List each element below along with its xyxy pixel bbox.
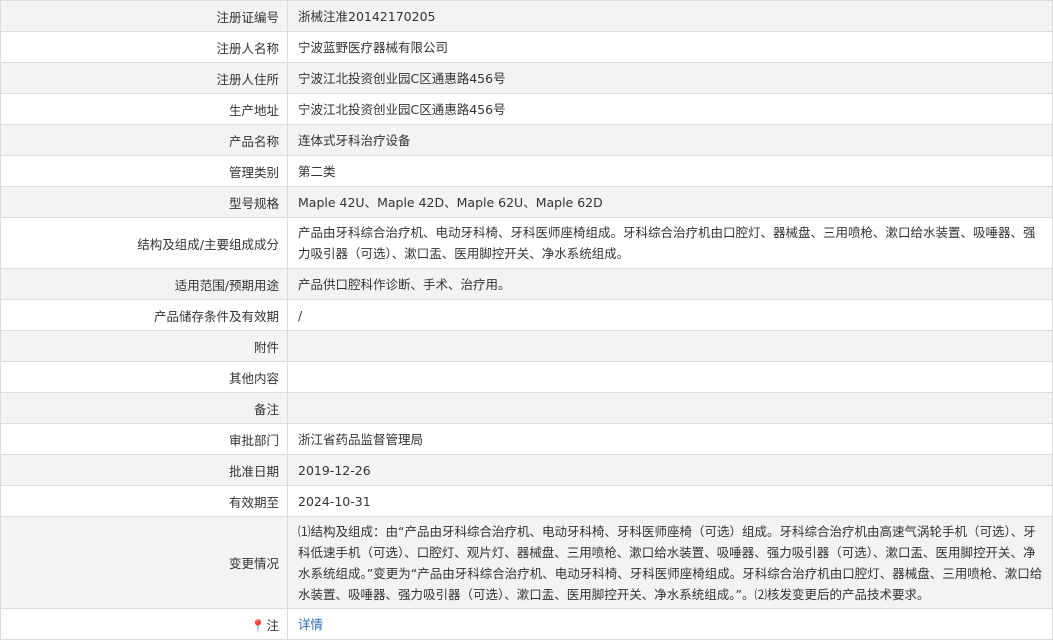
row-label: 型号规格 <box>0 186 288 218</box>
table-row: 附件 <box>0 330 1053 362</box>
row-label: 注册人住所 <box>0 62 288 94</box>
row-value: 浙江省药品监督管理局 <box>287 423 1053 455</box>
row-label: 适用范围/预期用途 <box>0 268 288 300</box>
row-value: / <box>287 299 1053 331</box>
table-row: 有效期至 2024-10-31 <box>0 485 1053 517</box>
row-label: 管理类别 <box>0 155 288 187</box>
row-value: 宁波蓝野医疗器械有限公司 <box>287 31 1053 63</box>
row-value: 浙械注准20142170205 <box>287 0 1053 32</box>
pin-icon: 📍 <box>250 618 266 633</box>
row-value: 产品供口腔科作诊断、手术、治疗用。 <box>287 268 1053 300</box>
row-value: 连体式牙科治疗设备 <box>287 124 1053 156</box>
table-row: 其他内容 <box>0 361 1053 393</box>
row-value <box>287 392 1053 424</box>
row-value: 宁波江北投资创业园C区通惠路456号 <box>287 93 1053 125</box>
note-row: 📍注 详情 <box>0 608 1053 640</box>
table-row: 变更情况 ⑴结构及组成：由“产品由牙科综合治疗机、电动牙科椅、牙科医师座椅（可选… <box>0 516 1053 609</box>
registration-detail-table: 注册证编号 浙械注准20142170205 注册人名称 宁波蓝野医疗器械有限公司… <box>0 0 1053 640</box>
table-body: 注册证编号 浙械注准20142170205 注册人名称 宁波蓝野医疗器械有限公司… <box>0 0 1053 640</box>
table-row: 产品名称 连体式牙科治疗设备 <box>0 124 1053 156</box>
row-label: 其他内容 <box>0 361 288 393</box>
row-label: 产品储存条件及有效期 <box>0 299 288 331</box>
row-value <box>287 361 1053 393</box>
row-value: 2019-12-26 <box>287 454 1053 486</box>
row-label: 注册证编号 <box>0 0 288 32</box>
table-row: 生产地址 宁波江北投资创业园C区通惠路456号 <box>0 93 1053 125</box>
table-row: 结构及组成/主要组成成分 产品由牙科综合治疗机、电动牙科椅、牙科医师座椅组成。牙… <box>0 217 1053 269</box>
row-label: 变更情况 <box>0 516 288 609</box>
table-row: 注册证编号 浙械注准20142170205 <box>0 0 1053 32</box>
table-row: 批准日期 2019-12-26 <box>0 454 1053 486</box>
row-label: 注册人名称 <box>0 31 288 63</box>
row-value: 2024-10-31 <box>287 485 1053 517</box>
table-row: 注册人名称 宁波蓝野医疗器械有限公司 <box>0 31 1053 63</box>
row-label: 审批部门 <box>0 423 288 455</box>
detail-link[interactable]: 详情 <box>298 617 323 632</box>
row-value: 产品由牙科综合治疗机、电动牙科椅、牙科医师座椅组成。牙科综合治疗机由口腔灯、器械… <box>287 217 1053 269</box>
row-value: Maple 42U、Maple 42D、Maple 62U、Maple 62D <box>287 186 1053 218</box>
row-label: 附件 <box>0 330 288 362</box>
table-row: 管理类别 第二类 <box>0 155 1053 187</box>
row-label: 有效期至 <box>0 485 288 517</box>
note-label: 注 <box>266 617 279 633</box>
table-row: 型号规格 Maple 42U、Maple 42D、Maple 62U、Maple… <box>0 186 1053 218</box>
row-label: 生产地址 <box>0 93 288 125</box>
table-row: 适用范围/预期用途 产品供口腔科作诊断、手术、治疗用。 <box>0 268 1053 300</box>
row-value: 宁波江北投资创业园C区通惠路456号 <box>287 62 1053 94</box>
note-label-cell: 📍注 <box>0 608 288 640</box>
row-label: 结构及组成/主要组成成分 <box>0 217 288 269</box>
table-row: 注册人住所 宁波江北投资创业园C区通惠路456号 <box>0 62 1053 94</box>
row-value: 第二类 <box>287 155 1053 187</box>
note-value-cell: 详情 <box>287 608 1053 640</box>
row-label: 批准日期 <box>0 454 288 486</box>
table-row: 审批部门 浙江省药品监督管理局 <box>0 423 1053 455</box>
table-row: 备注 <box>0 392 1053 424</box>
table-row: 产品储存条件及有效期 / <box>0 299 1053 331</box>
row-label: 备注 <box>0 392 288 424</box>
row-value <box>287 330 1053 362</box>
row-label: 产品名称 <box>0 124 288 156</box>
row-value: ⑴结构及组成：由“产品由牙科综合治疗机、电动牙科椅、牙科医师座椅（可选）组成。牙… <box>287 516 1053 609</box>
